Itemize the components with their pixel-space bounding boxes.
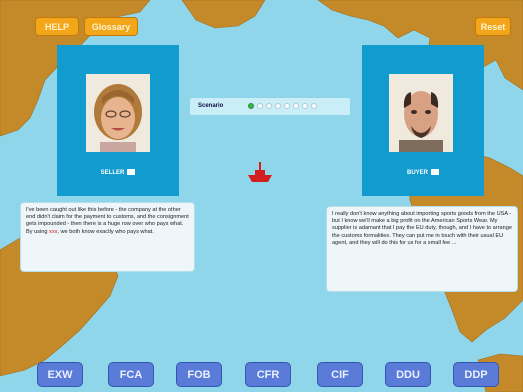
progress-dot <box>293 103 299 109</box>
buyer-portrait-image <box>389 74 453 152</box>
incoterm-button-cfr[interactable]: CFR <box>245 362 291 387</box>
land-greenland <box>181 0 266 29</box>
reset-button[interactable]: Reset <box>475 17 511 36</box>
incoterm-button-cif[interactable]: CIF <box>317 362 363 387</box>
progress-dot <box>302 103 308 109</box>
buyer-name: BUYER <box>406 170 428 176</box>
buyer-speech-bubble: I really don't know anything about impor… <box>326 206 518 292</box>
seller-panel: SELLER <box>57 45 179 196</box>
buyer-photo <box>389 74 453 152</box>
progress-dot <box>248 103 254 109</box>
ship-icon <box>248 162 272 182</box>
incoterm-button-ddp[interactable]: DDP <box>453 362 499 387</box>
incoterm-button-fca[interactable]: FCA <box>108 362 154 387</box>
seller-name: SELLER <box>100 170 125 176</box>
buyer-label: BUYER <box>362 169 484 176</box>
scenario-progress: Scenario <box>190 98 350 115</box>
speaker-icon[interactable] <box>431 169 439 175</box>
progress-dot <box>266 103 272 109</box>
game-stage: HELP Glossary Reset SELLER BUYER Scenari… <box>0 0 523 392</box>
scenario-label: Scenario <box>198 103 224 109</box>
progress-dot <box>284 103 290 109</box>
seller-speech-bubble: I've been caught out like this before - … <box>20 202 195 272</box>
seller-portrait-image <box>86 74 150 152</box>
glossary-button[interactable]: Glossary <box>84 17 138 36</box>
incoterm-button-exw[interactable]: EXW <box>37 362 83 387</box>
seller-text-after: , we both know exactly who pays what. <box>57 228 154 235</box>
seller-photo <box>86 74 150 152</box>
progress-dot <box>257 103 263 109</box>
progress-dot <box>275 103 281 109</box>
progress-dot <box>311 103 317 109</box>
buyer-text: I really don't know anything about impor… <box>332 211 512 246</box>
speaker-icon[interactable] <box>127 169 136 175</box>
incoterm-button-fob[interactable]: FOB <box>176 362 222 387</box>
incoterm-button-ddu[interactable]: DDU <box>385 362 431 387</box>
help-button[interactable]: HELP <box>35 17 79 36</box>
buyer-panel: BUYER <box>362 45 484 196</box>
seller-label: SELLER <box>57 169 179 176</box>
